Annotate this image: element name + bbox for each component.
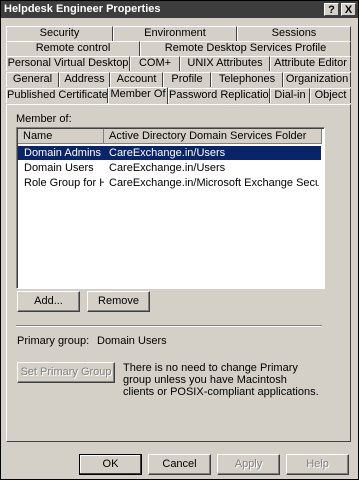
tab-organization[interactable]: Organization (283, 72, 351, 87)
tab-object[interactable]: Object (310, 88, 351, 103)
primary-group-label: Primary group: (17, 335, 90, 347)
tab-remote-control[interactable]: Remote control (6, 41, 140, 56)
divider (16, 325, 322, 327)
row-name: Domain Admins (24, 147, 102, 159)
tab-telephones[interactable]: Telephones (211, 72, 283, 87)
row-folder: CareExchange.in/Microsoft Exchange Secur… (109, 177, 319, 189)
row-name: Domain Users (24, 162, 94, 174)
set-primary-group-button[interactable]: Set Primary Group (17, 362, 115, 383)
tab-dial-in[interactable]: Dial-in (270, 88, 310, 103)
help-icon[interactable]: ? (324, 3, 339, 16)
tab-member-of[interactable]: Member Of (108, 87, 168, 104)
tab-sessions[interactable]: Sessions (237, 26, 351, 41)
tab-profile[interactable]: Profile (163, 72, 211, 87)
close-icon[interactable]: X (341, 3, 356, 16)
tab-remote-desktop-services-profile[interactable]: Remote Desktop Services Profile (140, 41, 351, 56)
column-header-folder[interactable]: Active Directory Domain Services Folder (104, 129, 322, 144)
member-of-label: Member of: (16, 113, 72, 125)
tab-attribute-editor[interactable]: Attribute Editor (270, 56, 351, 71)
help-button[interactable]: Help (286, 454, 349, 475)
table-row[interactable]: Role Group for H... CareExchange.in/Micr… (18, 176, 321, 190)
tab-address[interactable]: Address (59, 72, 110, 87)
row-folder: CareExchange.in/Users (109, 147, 226, 159)
row-folder: CareExchange.in/Users (109, 162, 226, 174)
member-of-list[interactable]: Name Active Directory Domain Services Fo… (16, 127, 325, 289)
cancel-button[interactable]: Cancel (148, 454, 211, 475)
window-title: Helpdesk Engineer Properties (4, 3, 161, 15)
ok-button[interactable]: OK (79, 454, 142, 475)
tab-unix-attributes[interactable]: UNIX Attributes (180, 56, 270, 71)
tab-com-plus[interactable]: COM+ (130, 56, 180, 71)
tab-security[interactable]: Security (6, 26, 113, 41)
table-row[interactable]: Domain Admins CareExchange.in/Users (18, 146, 321, 160)
remove-button[interactable]: Remove (87, 291, 150, 312)
table-row[interactable]: Domain Users CareExchange.in/Users (18, 161, 321, 175)
tab-password-replication[interactable]: Password Replication (168, 88, 270, 103)
title-bar[interactable]: Helpdesk Engineer Properties ? X (1, 1, 358, 18)
tab-published-certificates[interactable]: Published Certificates (6, 88, 108, 103)
apply-button[interactable]: Apply (217, 454, 280, 475)
column-header-name[interactable]: Name (18, 129, 104, 144)
tab-personal-virtual-desktop[interactable]: Personal Virtual Desktop (6, 56, 130, 71)
row-name: Role Group for H... (24, 177, 104, 189)
tab-general[interactable]: General (6, 72, 59, 87)
tab-account[interactable]: Account (110, 72, 163, 87)
primary-group-value: Domain Users (97, 335, 167, 347)
tab-environment[interactable]: Environment (113, 26, 237, 41)
primary-group-note: There is no need to change Primary group… (123, 362, 319, 398)
add-button[interactable]: Add... (17, 291, 80, 312)
